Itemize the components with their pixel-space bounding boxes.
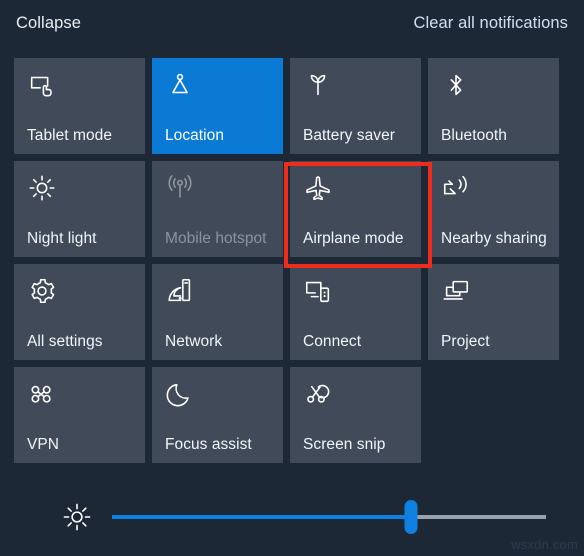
quick-action-tile-label: VPN	[27, 436, 60, 453]
quick-action-tile-connect[interactable]: Connect	[290, 264, 421, 360]
night-light-icon	[27, 173, 57, 203]
screen-snip-icon	[303, 379, 333, 409]
quick-action-tile-label: Bluetooth	[441, 127, 507, 144]
moon-icon	[165, 379, 195, 409]
quick-action-tile-tablet-mode[interactable]: Tablet mode	[14, 58, 145, 154]
quick-action-tile-screen-snip[interactable]: Screen snip	[290, 367, 421, 463]
project-icon	[441, 276, 471, 306]
quick-action-tile-label: All settings	[27, 333, 103, 350]
collapse-button[interactable]: Collapse	[16, 14, 81, 33]
quick-action-tile-nearby-sharing[interactable]: Nearby sharing	[428, 161, 559, 257]
mobile-hotspot-icon	[165, 173, 195, 203]
brightness-slider[interactable]	[112, 500, 546, 534]
quick-action-tile-night-light[interactable]: Night light	[14, 161, 145, 257]
vpn-icon	[27, 379, 57, 409]
quick-action-tile-all-settings[interactable]: All settings	[14, 264, 145, 360]
battery-saver-icon	[303, 70, 333, 100]
location-icon	[165, 70, 195, 100]
quick-action-tile-airplane-mode[interactable]: Airplane mode	[290, 161, 421, 257]
quick-action-tile-label: Network	[165, 333, 223, 350]
quick-action-tile-label: Tablet mode	[27, 127, 112, 144]
quick-action-tile-label: Location	[165, 127, 225, 144]
quick-action-tile-empty-slot	[428, 367, 559, 463]
bluetooth-icon	[441, 70, 471, 100]
watermark: wsxdn.com	[511, 537, 578, 552]
quick-action-tile-label: Night light	[27, 230, 97, 247]
quick-action-tile-label: Mobile hotspot	[165, 230, 267, 247]
quick-action-tile-battery-saver[interactable]: Battery saver	[290, 58, 421, 154]
nearby-sharing-icon	[441, 173, 471, 203]
quick-action-tile-vpn[interactable]: VPN	[14, 367, 145, 463]
gear-icon	[27, 276, 57, 306]
action-center-header: Collapse Clear all notifications	[0, 0, 584, 46]
airplane-icon	[303, 173, 333, 203]
brightness-row	[0, 496, 584, 544]
quick-action-tile-label: Battery saver	[303, 127, 395, 144]
quick-action-tile-network[interactable]: Network	[152, 264, 283, 360]
quick-action-tile-bluetooth[interactable]: Bluetooth	[428, 58, 559, 154]
quick-action-tile-label: Project	[441, 333, 490, 350]
quick-action-tile-label: Airplane mode	[303, 230, 404, 247]
quick-action-tile-label: Nearby sharing	[441, 230, 547, 247]
quick-action-tile-label: Connect	[303, 333, 362, 350]
quick-action-tile-focus-assist[interactable]: Focus assist	[152, 367, 283, 463]
brightness-icon	[62, 502, 92, 532]
clear-all-notifications-button[interactable]: Clear all notifications	[413, 14, 568, 33]
quick-action-tile-label: Focus assist	[165, 436, 252, 453]
quick-action-tile-location[interactable]: Location	[152, 58, 283, 154]
brightness-slider-fill	[112, 515, 412, 519]
quick-action-tile-mobile-hotspot: Mobile hotspot	[152, 161, 283, 257]
network-icon	[165, 276, 195, 306]
tablet-mode-icon	[27, 70, 57, 100]
quick-action-tile-label: Screen snip	[303, 436, 386, 453]
brightness-slider-thumb[interactable]	[404, 500, 418, 534]
quick-actions-grid: Tablet mode Location Battery saver Bluetoot…	[14, 58, 570, 463]
quick-action-tile-project[interactable]: Project	[428, 264, 559, 360]
connect-icon	[303, 276, 333, 306]
